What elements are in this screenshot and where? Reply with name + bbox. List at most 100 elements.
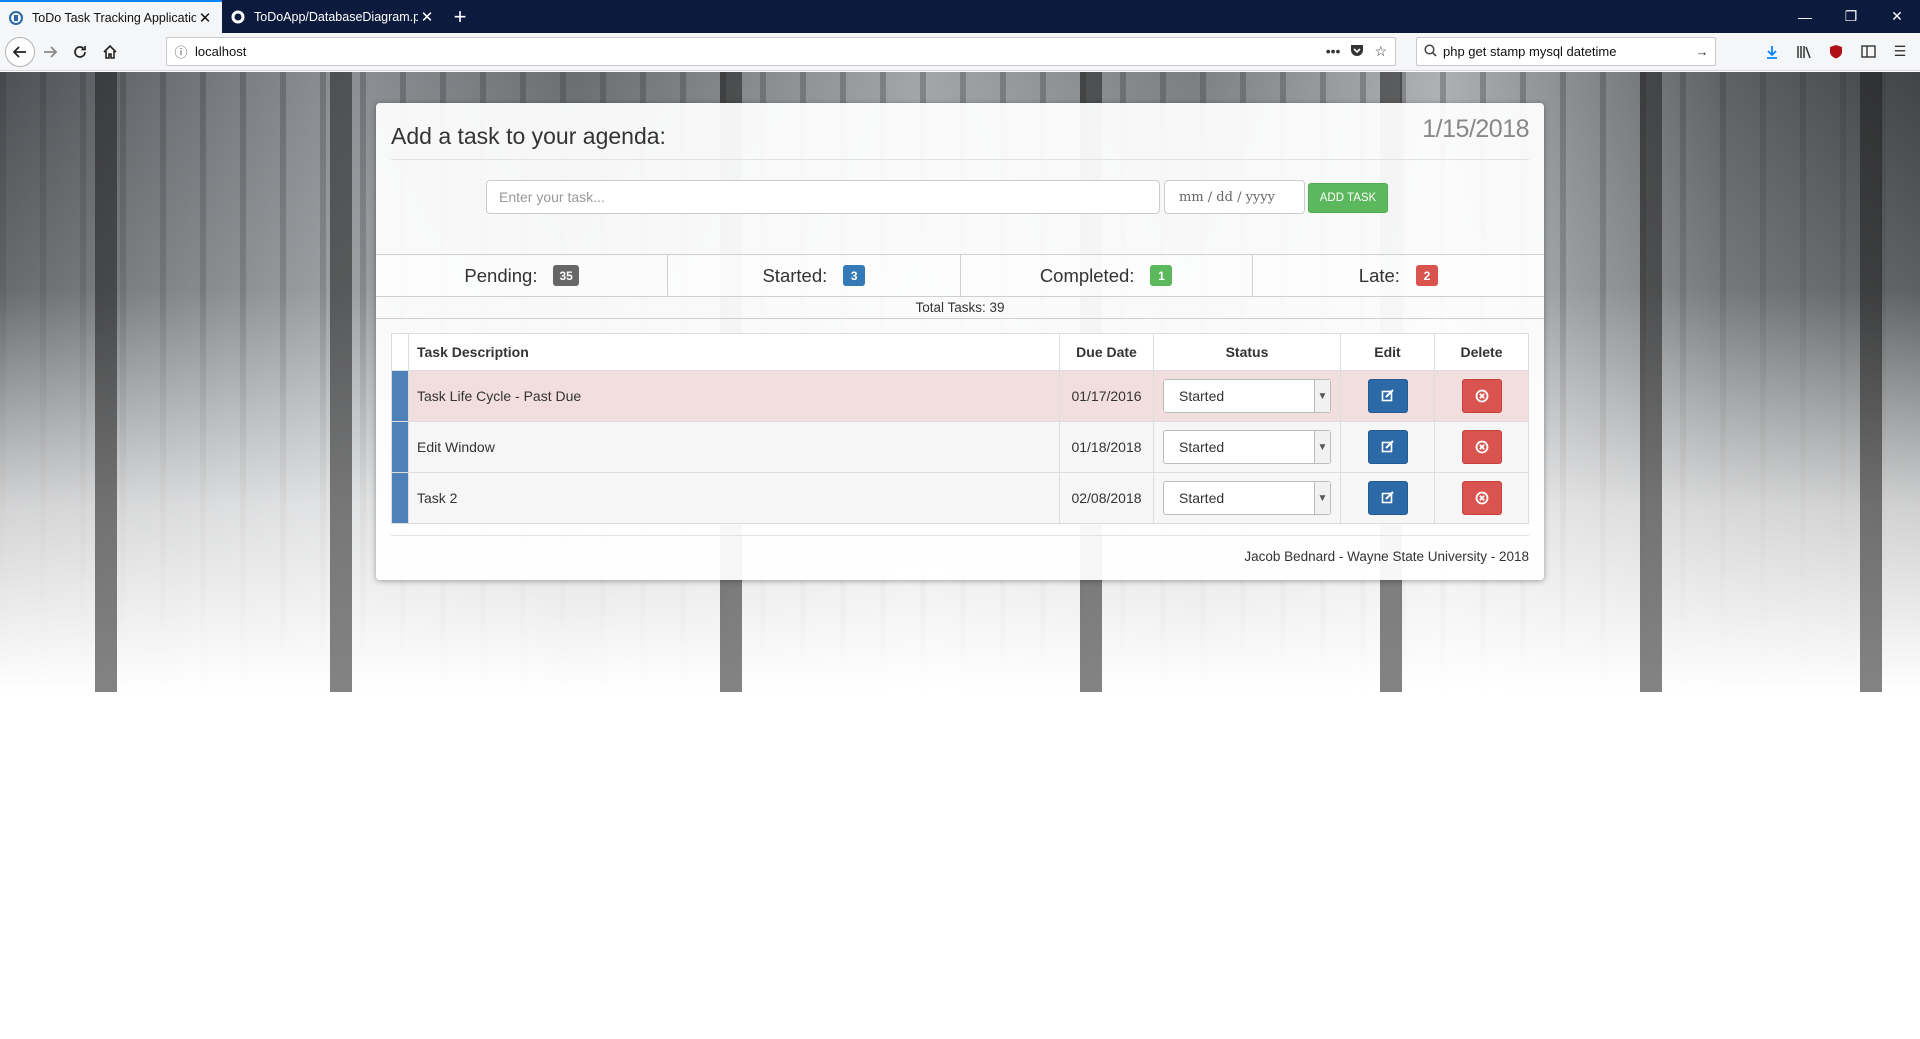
edit-button[interactable] xyxy=(1367,379,1408,413)
table-row: Task Life Cycle - Past Due 01/17/2016 St… xyxy=(391,370,1529,422)
search-input[interactable]: php get stamp mysql datetime xyxy=(1443,44,1689,59)
status-value: Started xyxy=(1179,388,1225,404)
delete-cell xyxy=(1434,421,1529,473)
menu-hamburger-icon[interactable]: ☰ xyxy=(1886,38,1914,66)
ublock-shield-icon[interactable] xyxy=(1822,38,1850,66)
footer-credit: Jacob Bednard - Wayne State University -… xyxy=(1244,549,1529,564)
table-row: Edit Window 01/18/2018 Started ▼ xyxy=(391,421,1529,473)
stat-completed: Completed: 1 xyxy=(961,255,1253,296)
edit-cell xyxy=(1340,472,1435,524)
home-button[interactable] xyxy=(95,37,125,67)
close-tab-icon[interactable]: ✕ xyxy=(418,8,436,26)
url-bar[interactable]: ⓘ localhost ••• ☆ xyxy=(166,37,1396,66)
delete-button[interactable] xyxy=(1461,379,1502,413)
header-edit: Edit xyxy=(1340,333,1435,371)
page-content: Add a task to your agenda: 1/15/2018 Ent… xyxy=(0,72,1920,1039)
chevron-down-icon: ▼ xyxy=(1314,431,1330,463)
forward-arrow-icon xyxy=(44,45,58,58)
table-header-row: Task Description Due Date Status Edit De… xyxy=(391,333,1529,371)
delete-circle-x-icon xyxy=(1475,389,1488,403)
search-icon xyxy=(1417,43,1443,60)
tab-database-diagram[interactable]: ToDoApp/DatabaseDiagram.pn ✕ xyxy=(222,0,444,33)
stat-late: Late: 2 xyxy=(1253,255,1544,296)
delete-button[interactable] xyxy=(1461,481,1502,515)
row-marker-header xyxy=(391,333,409,371)
delete-cell xyxy=(1434,472,1529,524)
search-go-icon[interactable]: → xyxy=(1689,44,1715,59)
status-cell: Started ▼ xyxy=(1153,370,1341,422)
edit-cell xyxy=(1340,370,1435,422)
row-marker xyxy=(391,472,409,524)
minimize-icon[interactable]: — xyxy=(1782,0,1828,33)
due-date-input[interactable]: mm / dd / yyyy xyxy=(1164,180,1305,214)
pending-count-badge: 35 xyxy=(553,265,579,286)
header-status[interactable]: Status xyxy=(1153,333,1341,371)
stat-label: Late: xyxy=(1358,264,1400,286)
row-marker xyxy=(391,370,409,422)
stat-started: Started: 3 xyxy=(668,255,961,296)
card-header: Add a task to your agenda: 1/15/2018 xyxy=(391,103,1529,160)
search-bar[interactable]: php get stamp mysql datetime → xyxy=(1416,37,1716,66)
row-marker xyxy=(391,421,409,473)
page-title: Add a task to your agenda: xyxy=(391,123,666,149)
url-text[interactable]: localhost xyxy=(195,44,1326,59)
downloads-icon[interactable] xyxy=(1758,38,1786,66)
back-button[interactable] xyxy=(5,36,35,67)
window-controls: — ❐ ✕ xyxy=(1782,0,1920,33)
task-card: Add a task to your agenda: 1/15/2018 Ent… xyxy=(376,103,1544,580)
github-icon xyxy=(230,9,246,25)
reload-button[interactable] xyxy=(65,37,95,67)
status-value: Started xyxy=(1179,439,1225,455)
reload-icon xyxy=(74,45,86,58)
browser-nav-bar: ⓘ localhost ••• ☆ php get stamp mysql da… xyxy=(0,33,1920,71)
sidebar-icon[interactable] xyxy=(1854,38,1882,66)
status-select[interactable]: Started ▼ xyxy=(1163,430,1331,464)
completed-count-badge: 1 xyxy=(1150,265,1173,286)
table-row: Task 2 02/08/2018 Started ▼ xyxy=(391,472,1529,524)
total-tasks: Total Tasks: 39 xyxy=(376,297,1544,319)
restore-icon[interactable]: ❐ xyxy=(1828,0,1874,33)
toolbar-icons: ☰ xyxy=(1758,37,1914,66)
header-task-description[interactable]: Task Description xyxy=(408,333,1060,371)
pocket-icon[interactable] xyxy=(1350,43,1364,60)
task-description: Task Life Cycle - Past Due xyxy=(408,370,1060,422)
late-count-badge: 2 xyxy=(1415,265,1438,286)
close-window-icon[interactable]: ✕ xyxy=(1874,0,1920,33)
info-icon[interactable]: ⓘ xyxy=(167,42,195,61)
task-table: Task Description Due Date Status Edit De… xyxy=(391,333,1529,524)
header-delete: Delete xyxy=(1434,333,1529,371)
task-stats-bar: Pending: 35 Started: 3 Completed: 1 Late… xyxy=(376,254,1544,297)
stat-pending: Pending: 35 xyxy=(376,255,669,296)
task-description: Edit Window xyxy=(408,421,1060,473)
forward-button[interactable] xyxy=(35,37,65,67)
delete-circle-x-icon xyxy=(1475,440,1488,454)
tab-title: ToDo Task Tracking Application xyxy=(32,10,196,25)
footer-divider xyxy=(391,535,1529,536)
status-select[interactable]: Started ▼ xyxy=(1163,481,1331,515)
edit-button[interactable] xyxy=(1367,430,1408,464)
edit-icon xyxy=(1381,491,1394,504)
edit-cell xyxy=(1340,421,1435,473)
bookmark-star-icon[interactable]: ☆ xyxy=(1374,43,1387,60)
stat-label: Completed: xyxy=(1039,264,1135,286)
task-input[interactable]: Enter your task... xyxy=(486,180,1160,214)
chevron-down-icon: ▼ xyxy=(1314,482,1330,514)
status-cell: Started ▼ xyxy=(1153,421,1341,473)
header-due-date[interactable]: Due Date xyxy=(1059,333,1154,371)
tab-todo-app[interactable]: ToDo Task Tracking Application ✕ xyxy=(0,0,222,33)
new-tab-button[interactable]: + xyxy=(444,0,476,33)
task-due-date: 01/18/2018 xyxy=(1059,421,1154,473)
page-actions-icon[interactable]: ••• xyxy=(1326,43,1341,60)
app-favicon-icon xyxy=(8,10,24,26)
edit-icon xyxy=(1381,389,1394,402)
chevron-down-icon: ▼ xyxy=(1314,380,1330,412)
add-task-button[interactable]: ADD TASK xyxy=(1308,183,1388,213)
delete-cell xyxy=(1434,370,1529,422)
task-description: Task 2 xyxy=(408,472,1060,524)
library-icon[interactable] xyxy=(1790,38,1818,66)
close-tab-icon[interactable]: ✕ xyxy=(196,9,214,27)
status-select[interactable]: Started ▼ xyxy=(1163,379,1331,413)
edit-button[interactable] xyxy=(1367,481,1408,515)
delete-button[interactable] xyxy=(1461,430,1502,464)
stat-label: Started: xyxy=(762,264,828,286)
